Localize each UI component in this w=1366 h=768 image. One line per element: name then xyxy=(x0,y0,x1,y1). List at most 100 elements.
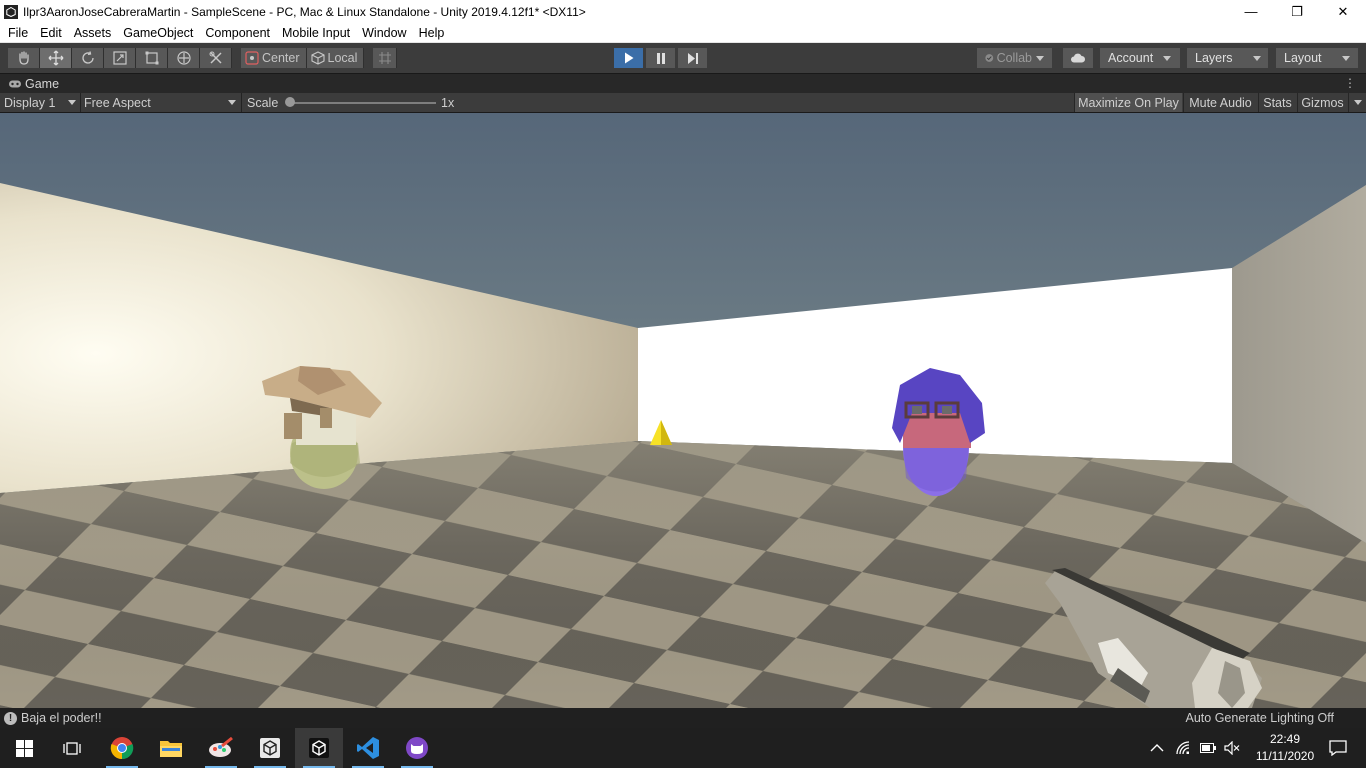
cloud-group xyxy=(1063,48,1093,68)
scale-slider-thumb[interactable] xyxy=(285,97,295,107)
collab-group: Collab xyxy=(977,48,1052,68)
windows-taskbar: 22:49 11/11/2020 xyxy=(0,728,1366,768)
transform-tool-button[interactable] xyxy=(168,48,200,68)
battery-icon[interactable] xyxy=(1200,743,1216,753)
menu-assets[interactable]: Assets xyxy=(69,26,117,40)
taskbar-unity-hub[interactable] xyxy=(246,728,294,768)
layout-dropdown[interactable]: Layout xyxy=(1276,48,1358,68)
github-desktop-icon xyxy=(406,737,428,759)
volume-muted-icon[interactable] xyxy=(1224,741,1240,755)
divider xyxy=(241,93,242,112)
gizmos-dropdown[interactable] xyxy=(1348,93,1366,112)
hand-tool-button[interactable] xyxy=(8,48,40,68)
window-title: Ilpr3AaronJoseCabreraMartin - SampleScen… xyxy=(23,4,586,19)
cloud-button[interactable] xyxy=(1063,48,1093,68)
tab-game[interactable]: Game xyxy=(0,77,59,91)
wifi-icon[interactable] xyxy=(1176,741,1190,755)
unity-logo-icon xyxy=(4,4,18,19)
window-title-bar[interactable]: Ilpr3AaronJoseCabreraMartin - SampleScen… xyxy=(0,0,1366,23)
unity-icon xyxy=(309,738,329,758)
folder-icon xyxy=(160,741,182,757)
task-view-button[interactable] xyxy=(48,728,96,768)
custom-tool-button[interactable] xyxy=(200,48,232,68)
aspect-dropdown[interactable]: Free Aspect xyxy=(84,93,238,112)
maximize-button[interactable]: ❐ xyxy=(1274,0,1320,23)
step-icon xyxy=(687,52,698,64)
snap-button[interactable] xyxy=(373,48,397,68)
stats-toggle[interactable]: Stats xyxy=(1258,93,1296,112)
move-tool-button[interactable] xyxy=(40,48,72,68)
taskbar-unity-editor[interactable] xyxy=(295,728,343,768)
rect-icon xyxy=(145,51,158,65)
rotate-tool-button[interactable] xyxy=(72,48,104,68)
taskbar-chrome[interactable] xyxy=(98,728,146,768)
play-controls xyxy=(614,48,710,68)
close-button[interactable]: ✕ xyxy=(1320,0,1366,23)
taskbar-vs-code[interactable] xyxy=(344,728,392,768)
scale-slider-track[interactable] xyxy=(290,102,436,104)
grid-snap-icon xyxy=(378,52,391,64)
menu-component[interactable]: Component xyxy=(200,26,275,40)
notification-icon xyxy=(1329,740,1347,756)
collab-dropdown[interactable]: Collab xyxy=(977,48,1052,68)
game-view-toolbar: Display 1 Free Aspect Scale 1x Maximize … xyxy=(0,93,1366,113)
more-options-icon[interactable]: ⋮ xyxy=(1344,76,1356,90)
scale-tool-button[interactable] xyxy=(104,48,136,68)
console-message[interactable]: Baja el poder!! xyxy=(21,711,102,725)
account-dropdown[interactable]: Account xyxy=(1100,48,1180,68)
menu-file[interactable]: File xyxy=(3,26,33,40)
vs-code-icon xyxy=(357,737,379,759)
step-button[interactable] xyxy=(678,48,707,68)
layers-dropdown[interactable]: Layers xyxy=(1187,48,1268,68)
chevron-down-icon xyxy=(1163,55,1172,61)
gizmos-toggle[interactable]: Gizmos xyxy=(1297,93,1347,112)
pivot-mode-button[interactable]: Center xyxy=(241,48,307,68)
minimize-button[interactable]: — xyxy=(1228,0,1274,23)
unity-hub-icon xyxy=(260,738,280,758)
tab-game-label: Game xyxy=(25,76,60,91)
chevron-down-icon xyxy=(1036,55,1044,61)
menu-gameobject[interactable]: GameObject xyxy=(118,26,198,40)
cube-icon xyxy=(310,51,325,65)
pivot-space-button[interactable]: Local xyxy=(306,48,365,68)
taskbar-clock[interactable]: 22:49 11/11/2020 xyxy=(1250,731,1320,765)
menu-edit[interactable]: Edit xyxy=(35,26,67,40)
layers-label: Layers xyxy=(1195,51,1233,65)
layout-group: Layout xyxy=(1276,48,1358,68)
scale-value: 1x xyxy=(441,95,455,110)
start-button[interactable] xyxy=(0,728,48,768)
task-view-icon xyxy=(63,741,81,755)
menu-mobile-input[interactable]: Mobile Input xyxy=(277,26,355,40)
move-icon xyxy=(48,50,63,66)
rotate-icon xyxy=(81,51,94,64)
maximize-on-play-toggle[interactable]: Maximize On Play xyxy=(1074,93,1182,112)
pivot-controls: Center Local xyxy=(241,48,365,68)
game-viewport[interactable] xyxy=(0,113,1366,708)
notifications-button[interactable] xyxy=(1318,728,1358,768)
scale-label: Scale xyxy=(247,95,279,110)
pivot-space-label: Local xyxy=(327,51,358,65)
lighting-status[interactable]: Auto Generate Lighting Off xyxy=(1186,711,1334,725)
pause-button[interactable] xyxy=(646,48,675,68)
taskbar-file-explorer[interactable] xyxy=(147,728,195,768)
menu-window[interactable]: Window xyxy=(357,26,411,40)
menu-help[interactable]: Help xyxy=(414,26,450,40)
taskbar-paint[interactable] xyxy=(197,728,245,768)
tools-icon xyxy=(209,51,222,64)
pivot-center-icon xyxy=(245,51,259,65)
rect-tool-button[interactable] xyxy=(136,48,168,68)
layout-label: Layout xyxy=(1284,51,1322,65)
mute-audio-toggle[interactable]: Mute Audio xyxy=(1183,93,1257,112)
chevron-up-icon[interactable] xyxy=(1150,744,1164,752)
taskbar-github-desktop[interactable] xyxy=(393,728,441,768)
info-icon: ! xyxy=(4,711,17,725)
layers-group: Layers xyxy=(1187,48,1268,68)
display-dropdown[interactable]: Display 1 xyxy=(4,93,78,112)
chevron-down-icon xyxy=(1341,55,1350,61)
game-tab-bar: Game ⋮ xyxy=(0,74,1366,93)
clock-date: 11/11/2020 xyxy=(1255,749,1315,763)
gamepad-icon xyxy=(9,80,21,87)
account-label: Account xyxy=(1108,51,1154,65)
play-button[interactable] xyxy=(614,48,643,68)
windows-logo-icon xyxy=(15,739,33,757)
